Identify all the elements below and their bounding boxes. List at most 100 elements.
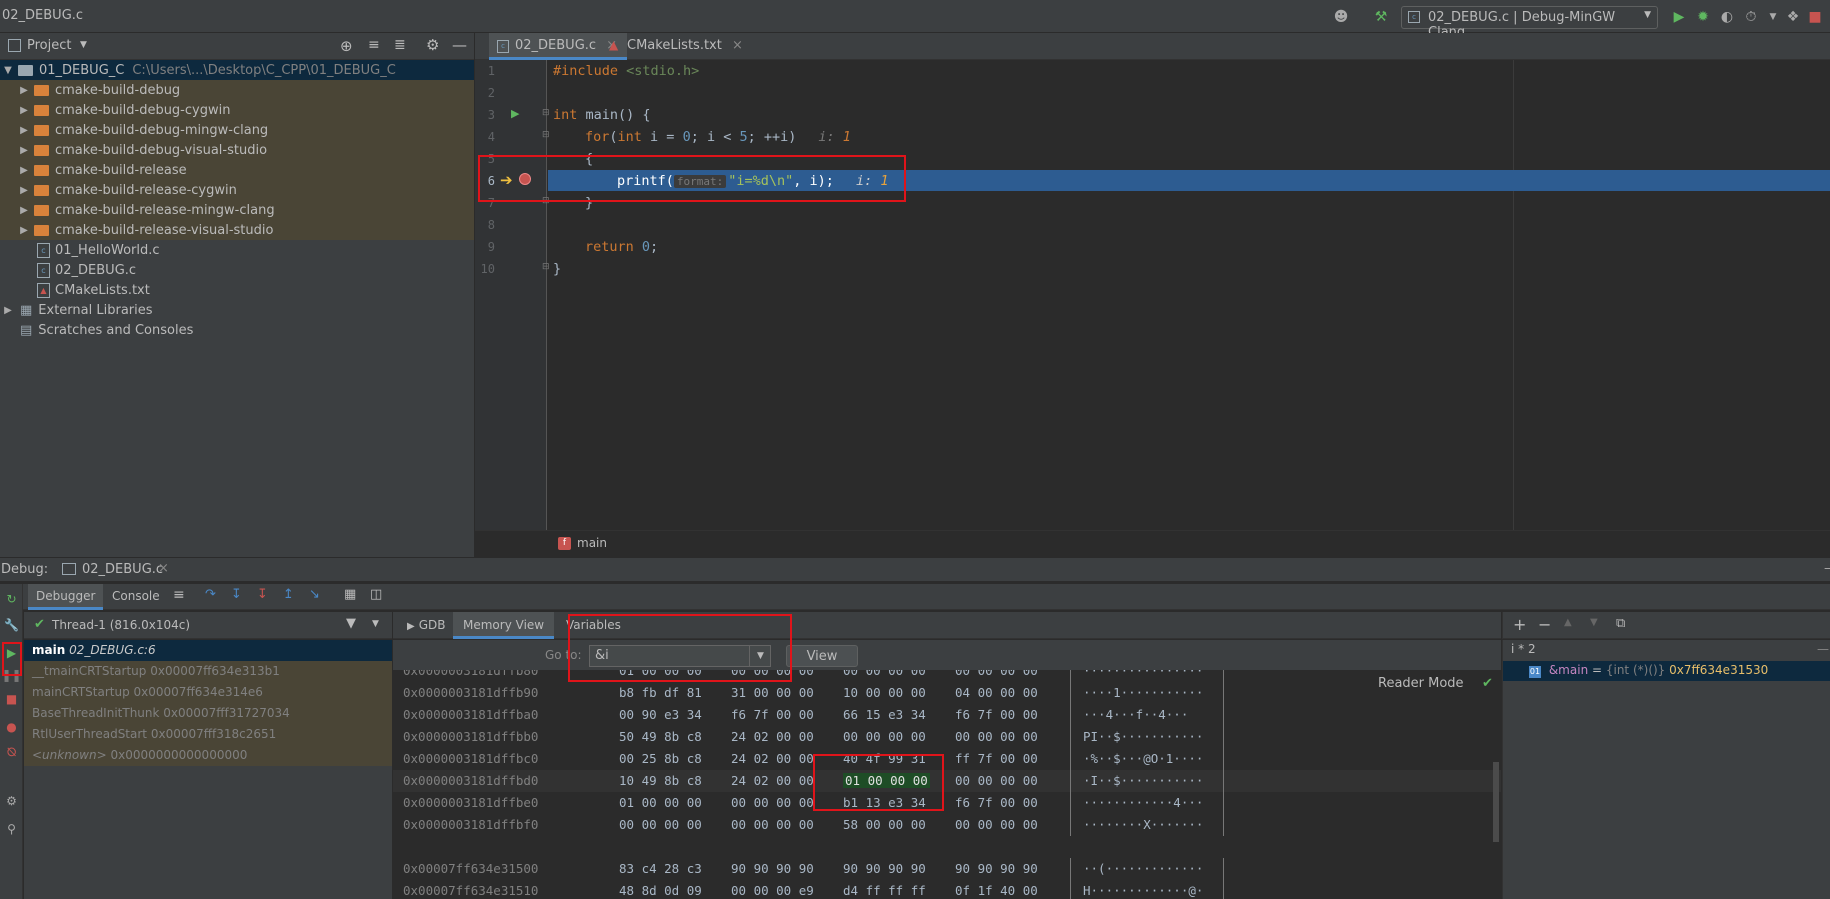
- mute-breakpoints-icon[interactable]: ⦰: [3, 744, 20, 761]
- copy-icon[interactable]: ⧉: [1616, 616, 1625, 631]
- run-gutter-icon[interactable]: ▶: [511, 107, 519, 120]
- stop-icon[interactable]: ■: [1806, 8, 1824, 26]
- chevron-right-icon[interactable]: ▶: [18, 125, 30, 136]
- menu-icon[interactable]: ≡: [173, 587, 185, 603]
- tree-item-external-libraries[interactable]: ▶ ▦ External Libraries: [0, 300, 474, 320]
- chevron-right-icon[interactable]: ▶: [18, 145, 30, 156]
- profile-icon[interactable]: ⏱: [1742, 8, 1760, 26]
- add-watch-icon[interactable]: +: [1513, 615, 1526, 634]
- frame-item[interactable]: mainCRTStartup 0x00007ff634e314e6: [24, 682, 392, 703]
- step-out-icon[interactable]: ↥: [283, 587, 294, 602]
- frame-item[interactable]: BaseThreadInitThunk 0x00007fff31727034: [24, 703, 392, 724]
- pin-icon[interactable]: ⚲: [3, 820, 20, 837]
- reader-mode-toggle[interactable]: Reader Mode: [1378, 676, 1464, 691]
- fold-icon[interactable]: ⊟: [542, 130, 550, 140]
- tree-item-label: cmake-build-debug-cygwin: [55, 102, 231, 118]
- chevron-right-icon[interactable]: ▶: [18, 185, 30, 196]
- evaluate-expression-icon[interactable]: ▦: [344, 587, 356, 602]
- tab-memory-view[interactable]: Memory View: [453, 612, 555, 639]
- variable-row[interactable]: 01 &main = {int (*)()} 0x7ff634e31530: [1503, 661, 1830, 681]
- filter-icon[interactable]: ▼: [346, 616, 356, 631]
- force-step-into-icon[interactable]: ↧: [257, 587, 268, 602]
- memory-row-current: 0x0000003181dffbd0 10 49 8b c8 24 02 00 …: [393, 770, 1501, 792]
- c-file-icon: c: [1408, 11, 1420, 23]
- memory-view[interactable]: 0x0000003181dffb80 01 00 00 00 00 00 00 …: [393, 670, 1501, 899]
- hide-panel-icon[interactable]: —: [1817, 642, 1829, 656]
- build-hammer-icon[interactable]: ⚒: [1372, 8, 1390, 26]
- frame-item[interactable]: main 02_DEBUG.c:6: [24, 640, 392, 661]
- rerun-icon[interactable]: ↻: [3, 590, 20, 607]
- tree-item-file[interactable]: c 02_DEBUG.c: [0, 260, 474, 280]
- run-icon[interactable]: ▶: [1670, 8, 1688, 26]
- step-over-icon[interactable]: ↷: [205, 587, 216, 602]
- wrench-icon[interactable]: 🔧: [3, 616, 20, 633]
- frame-item[interactable]: RtlUserThreadStart 0x00007fff318c2651: [24, 724, 392, 745]
- project-panel-title[interactable]: Project: [27, 38, 71, 53]
- user-icon[interactable]: ☻: [1332, 8, 1350, 26]
- memory-row: 0x0000003181dffbe0 01 00 00 00 00 00 00 …: [393, 792, 1501, 814]
- locate-file-icon[interactable]: ⊕: [340, 37, 353, 55]
- more-run-options-icon[interactable]: ▼: [1764, 8, 1782, 26]
- tree-item-folder[interactable]: ▶ cmake-build-debug-visual-studio: [0, 140, 474, 160]
- move-up-icon[interactable]: ▲: [1564, 617, 1572, 628]
- layout-icon[interactable]: ◫: [370, 587, 382, 602]
- gear-icon[interactable]: ⚙: [3, 792, 20, 809]
- run-to-cursor-icon[interactable]: ↘: [309, 587, 320, 602]
- tree-item-scratches[interactable]: ▤ Scratches and Consoles: [0, 320, 474, 340]
- chevron-right-icon[interactable]: ▶: [18, 165, 30, 176]
- chevron-down-icon[interactable]: ▼: [2, 65, 14, 76]
- view-breakpoints-icon[interactable]: ●: [3, 718, 20, 735]
- frame-item[interactable]: __tmainCRTStartup 0x00007ff634e313b1: [24, 661, 392, 682]
- close-icon[interactable]: ×: [732, 38, 743, 53]
- breadcrumb: f main: [475, 530, 1830, 557]
- coverage-icon[interactable]: ◐: [1718, 8, 1736, 26]
- fold-icon[interactable]: ⊟: [542, 262, 550, 272]
- chevron-right-icon[interactable]: ▶: [18, 225, 30, 236]
- watch-input[interactable]: i * 2 —: [1503, 640, 1830, 660]
- attach-debugger-icon[interactable]: ❖: [1784, 8, 1802, 26]
- tree-item-folder[interactable]: ▶ cmake-build-debug: [0, 80, 474, 100]
- gear-icon[interactable]: ⚙: [426, 36, 439, 54]
- close-icon[interactable]: ×: [158, 561, 169, 576]
- debug-label: Debug:: [1, 562, 49, 577]
- tree-item-folder[interactable]: ▶ cmake-build-debug-mingw-clang: [0, 120, 474, 140]
- remove-watch-icon[interactable]: −: [1538, 615, 1551, 634]
- breadcrumb-item[interactable]: main: [577, 536, 607, 550]
- chevron-right-icon[interactable]: ▶: [2, 305, 14, 316]
- fold-icon[interactable]: ⊟: [542, 108, 550, 118]
- tab-console[interactable]: Console: [104, 584, 168, 610]
- collapse-all-icon[interactable]: ≣: [394, 37, 406, 53]
- tree-item-folder[interactable]: ▶ cmake-build-debug-cygwin: [0, 100, 474, 120]
- chevron-right-icon[interactable]: ▶: [18, 85, 30, 96]
- move-down-icon[interactable]: ▼: [1590, 617, 1598, 628]
- tree-item-folder[interactable]: ▶ cmake-build-release-mingw-clang: [0, 200, 474, 220]
- chevron-right-icon[interactable]: ▶: [18, 205, 30, 216]
- annotation-box-goto: [568, 614, 792, 682]
- view-button[interactable]: View: [786, 645, 858, 667]
- hide-panel-icon[interactable]: —: [452, 36, 467, 54]
- tree-item-root[interactable]: ▼ 01_DEBUG_C C:\Users\...\Desktop\C_CPP\…: [0, 60, 474, 80]
- run-configuration-select[interactable]: c 02_DEBUG.c | Debug-MinGW Clang ▼: [1401, 6, 1658, 40]
- debug-session-tab[interactable]: 02_DEBUG.c: [82, 562, 163, 577]
- tree-item-folder[interactable]: ▶ cmake-build-release-visual-studio: [0, 220, 474, 240]
- tab-gdb[interactable]: ▶ GDB: [393, 612, 455, 639]
- hide-panel-icon[interactable]: —: [1824, 561, 1830, 576]
- tab-cmakelists[interactable]: ▲ CMakeLists.txt ×: [601, 33, 753, 60]
- tree-item-folder[interactable]: ▶ cmake-build-release: [0, 160, 474, 180]
- chevron-down-icon[interactable]: ▼: [80, 40, 87, 50]
- scrollbar-thumb[interactable]: [1493, 762, 1499, 842]
- step-into-icon[interactable]: ↧: [231, 587, 242, 602]
- cmake-file-icon: ▲: [37, 282, 50, 298]
- tree-item-file[interactable]: c 01_HelloWorld.c: [0, 240, 474, 260]
- frame-item[interactable]: <unknown> 0x0000000000000000: [24, 745, 392, 766]
- tab-debugger[interactable]: Debugger: [28, 584, 104, 610]
- chevron-right-icon[interactable]: ▶: [18, 105, 30, 116]
- debug-bug-icon[interactable]: ✹: [1694, 8, 1712, 26]
- editor-gutter[interactable]: 1 2 3 4 5 6 7 8 9 10: [475, 60, 547, 530]
- expand-all-icon[interactable]: ≡: [368, 37, 380, 53]
- stop-icon[interactable]: ■: [3, 690, 20, 707]
- tree-item-folder[interactable]: ▶ cmake-build-release-cygwin: [0, 180, 474, 200]
- thread-selector[interactable]: ✔ Thread-1 (816.0x104c) ▼ ▼: [24, 612, 392, 639]
- chevron-down-icon[interactable]: ▼: [372, 619, 379, 629]
- tree-item-file[interactable]: ▲ CMakeLists.txt: [0, 280, 474, 300]
